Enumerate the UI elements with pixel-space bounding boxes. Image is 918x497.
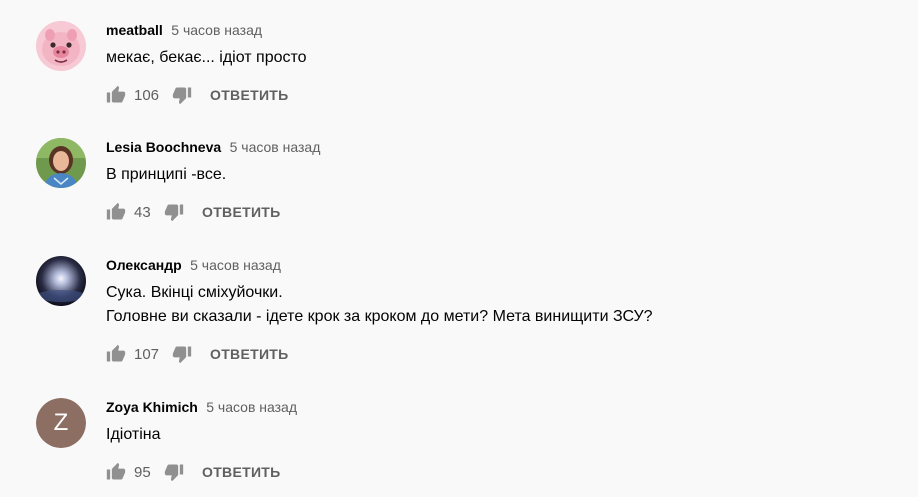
comment-time[interactable]: 5 часов назад <box>230 139 321 155</box>
like-button[interactable] <box>104 200 128 224</box>
pig-avatar-icon <box>36 21 86 71</box>
comment-time[interactable]: 5 часов назад <box>190 257 281 273</box>
reply-button[interactable]: ОТВЕТИТЬ <box>210 346 289 362</box>
thumbs-down-icon <box>172 346 192 364</box>
thumbs-down-icon <box>172 87 192 105</box>
thumbs-down-icon <box>164 204 184 222</box>
comment-header: Олександр 5 часов назад <box>106 256 918 274</box>
comment-toolbar: 107 ОТВЕТИТЬ <box>104 342 918 366</box>
like-count: 107 <box>134 345 160 363</box>
woman-photo-avatar-icon <box>36 138 86 188</box>
reply-button[interactable]: ОТВЕТИТЬ <box>210 87 289 103</box>
author-name[interactable]: Zoya Khimich <box>106 399 198 415</box>
comment-toolbar: 106 ОТВЕТИТЬ <box>104 83 918 107</box>
comment-body: Олександр 5 часов назад Сука. Вкінці смі… <box>106 256 918 366</box>
thumbs-up-icon <box>106 344 126 362</box>
dislike-button[interactable] <box>162 460 186 484</box>
like-count: 106 <box>134 86 160 104</box>
like-button[interactable] <box>104 83 128 107</box>
comment-toolbar: 43 ОТВЕТИТЬ <box>104 200 918 224</box>
like-count: 95 <box>134 463 151 481</box>
thumbs-up-icon <box>106 462 126 480</box>
comment-body: meatball 5 часов назад мекає, бекає... і… <box>106 21 918 107</box>
comment-toolbar: 95 ОТВЕТИТЬ <box>104 460 918 484</box>
author-name[interactable]: meatball <box>106 22 163 38</box>
thumbs-down-icon <box>164 464 184 482</box>
like-button[interactable] <box>104 342 128 366</box>
comments-section: meatball 5 часов назад мекає, бекає... і… <box>0 0 918 497</box>
dislike-button[interactable] <box>170 342 194 366</box>
comment-text: мекає, бекає... ідіот просто <box>106 49 307 66</box>
avatar[interactable] <box>36 138 86 188</box>
comment-text: Сука. Вкінці сміхуйочки. Головне ви сказ… <box>106 284 653 325</box>
avatar[interactable] <box>36 256 86 306</box>
comment-time[interactable]: 5 часов назад <box>171 22 262 38</box>
thumbs-up-icon <box>106 85 126 103</box>
comment-time[interactable]: 5 часов назад <box>206 399 297 415</box>
avatar[interactable] <box>36 21 86 71</box>
author-name[interactable]: Олександр <box>106 257 182 273</box>
night-sky-avatar-icon <box>36 256 86 306</box>
comment-header: Zoya Khimich 5 часов назад <box>106 398 918 416</box>
comment-header: Lesia Boochneva 5 часов назад <box>106 138 918 156</box>
reply-button[interactable]: ОТВЕТИТЬ <box>202 204 281 220</box>
comment-text: В принципі -все. <box>106 166 227 183</box>
reply-button[interactable]: ОТВЕТИТЬ <box>202 464 281 480</box>
author-name[interactable]: Lesia Boochneva <box>106 139 221 155</box>
avatar-letter: Z <box>36 398 86 448</box>
dislike-button[interactable] <box>170 83 194 107</box>
comment-body: Lesia Boochneva 5 часов назад В принципі… <box>106 138 918 224</box>
comment-body: Zoya Khimich 5 часов назад Ідіотіна 95 О… <box>106 398 918 484</box>
comment-text: Ідіотіна <box>106 426 161 443</box>
comment-header: meatball 5 часов назад <box>106 21 918 39</box>
like-button[interactable] <box>104 460 128 484</box>
like-count: 43 <box>134 203 151 221</box>
avatar[interactable]: Z <box>36 398 86 448</box>
dislike-button[interactable] <box>162 200 186 224</box>
thumbs-up-icon <box>106 202 126 220</box>
